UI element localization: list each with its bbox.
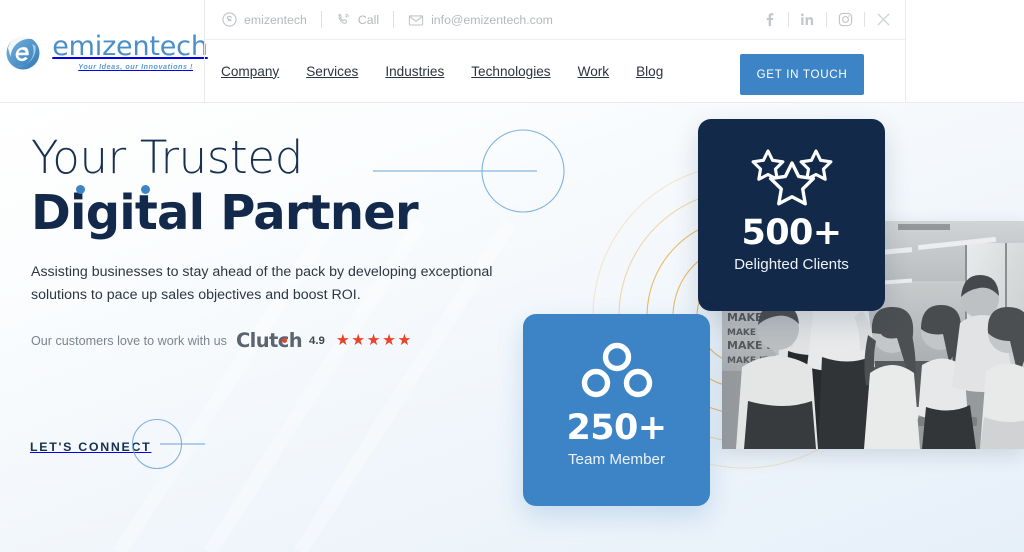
connect-arrow-icon (129, 416, 209, 477)
site-logo[interactable]: emizentech Your Ideas, our Innovations ! (1, 30, 208, 74)
logo-wordmark: emizentech (52, 30, 208, 62)
social-links (761, 12, 892, 27)
logo-pane: emizentech Your Ideas, our Innovations ! (0, 0, 208, 103)
contact-call-label: Call (357, 12, 380, 27)
star-rating: ★ ★ ★ ★ ★ (336, 333, 412, 349)
linkedin-icon[interactable] (799, 12, 816, 27)
contact-separator (320, 11, 322, 28)
three-circles-team-icon (581, 340, 653, 402)
clutch-score: 4.9 (309, 334, 325, 347)
i-dot-accent-1 (76, 184, 85, 194)
three-stars-icon (746, 145, 838, 207)
star-icon: ★ (351, 332, 366, 350)
contact-skype[interactable]: emizentech (222, 12, 307, 27)
stat-card-delighted-clients: 500+ Delighted Clients (698, 119, 885, 311)
stat-number-250: 250+ (566, 408, 668, 448)
star-icon: ★ (397, 332, 412, 350)
i-dot-accent-2 (141, 184, 150, 194)
instagram-icon[interactable] (837, 12, 854, 27)
contact-skype-label: emizentech (244, 12, 307, 27)
social-separator (826, 12, 827, 27)
site-header: emizentech Your Ideas, our Innovations ! (0, 0, 1024, 103)
nav-right-divider (905, 0, 906, 103)
phone-call-icon (336, 12, 351, 27)
social-separator (788, 12, 789, 27)
stat-label-delighted-clients: Delighted Clients (734, 256, 849, 273)
clutch-logo[interactable]: Clutch (235, 329, 303, 353)
clutch-dot-icon (281, 338, 287, 344)
star-icon: ★ (335, 332, 350, 350)
clutch-logo-text: Clutch (235, 329, 303, 353)
landing-page: emizentech Your Ideas, our Innovations ! (0, 0, 1024, 552)
nav-item-blog[interactable]: Blog (636, 64, 663, 79)
stat-label-team-member: Team Member (567, 451, 666, 468)
envelope-icon (408, 12, 424, 28)
clutch-lead-text: Our customers love to work with us (31, 333, 227, 348)
facebook-icon[interactable] (761, 12, 778, 27)
hero-paragraph: Assisting businesses to stay ahead of th… (31, 264, 493, 304)
nav-list: Company Services Industries Technologies… (221, 64, 663, 79)
star-icon: ★ (366, 332, 381, 350)
hero-heading-line1: Your Trusted (31, 131, 304, 184)
contact-separator (393, 11, 395, 28)
clutch-review-row: Our customers love to work with us Clutc… (31, 329, 531, 352)
star-icon: ★ (382, 332, 396, 350)
nav-item-services[interactable]: Services (306, 64, 358, 79)
lets-connect-button[interactable]: LET'S CONNECT (30, 416, 209, 477)
main-navigation: Company Services Industries Technologies… (205, 39, 905, 103)
skype-icon (222, 12, 237, 27)
hero-heading-line2: Digital Partner (31, 184, 419, 241)
logo-tagline: Your Ideas, our Innovations ! (78, 61, 193, 71)
social-separator (864, 12, 865, 27)
contact-email[interactable]: info@emizentech.com (408, 12, 553, 28)
nav-item-technologies[interactable]: Technologies (471, 64, 550, 79)
emizentech-logo-icon (1, 30, 45, 74)
get-in-touch-button[interactable]: GET IN TOUCH (740, 54, 864, 95)
stat-number-500: 500+ (741, 213, 843, 253)
nav-item-industries[interactable]: Industries (385, 64, 444, 79)
contact-call[interactable]: Call (336, 12, 379, 27)
nav-item-company[interactable]: Company (221, 64, 279, 79)
contact-topbar: emizentech Call info@emizentech.com (205, 0, 905, 39)
nav-item-work[interactable]: Work (578, 64, 609, 79)
hero-heading-line2-wrap: Digital Partner (31, 184, 419, 241)
x-twitter-icon[interactable] (875, 12, 892, 27)
contact-list: emizentech Call info@emizentech.com (222, 11, 553, 28)
contact-email-label: info@emizentech.com (431, 12, 553, 27)
stat-card-team-member: 250+ Team Member (523, 314, 710, 506)
hero-copy: Your Trusted Digital Partner Assisting b… (31, 131, 531, 352)
